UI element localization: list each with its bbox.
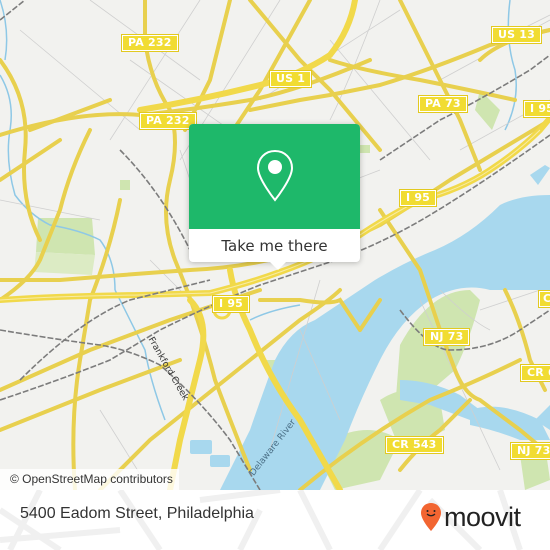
road-shield-pa232: PA 232	[121, 34, 179, 52]
road-shield-pa73: PA 73	[418, 95, 468, 113]
road-shield-pa232: PA 232	[139, 112, 197, 130]
road-shield-cr543: CR 543	[385, 436, 444, 454]
location-popup[interactable]: Take me there	[189, 124, 360, 270]
road-shield-nj73: NJ 73	[509, 442, 550, 460]
popup-tail	[269, 261, 287, 270]
road-shield-i95: I 95	[398, 189, 438, 207]
road-shield-cr6: CR 6	[520, 364, 550, 382]
road-shield-i95: I 95	[522, 100, 550, 118]
map-attribution[interactable]: © OpenStreetMap contributors	[0, 469, 179, 490]
map-pin-icon	[256, 149, 293, 202]
road-shield-nj73: NJ 73	[422, 328, 471, 346]
footer-bar: 5400 Eadom Street, Philadelphia moovit	[0, 490, 550, 550]
take-me-there-button[interactable]: Take me there	[189, 229, 360, 262]
moovit-wordmark: moovit	[444, 502, 521, 532]
address-text: 5400 Eadom Street, Philadelphia	[20, 505, 254, 522]
moovit-pin-icon	[421, 503, 441, 531]
popup-header	[189, 124, 360, 229]
moovit-logo[interactable]: moovit	[420, 502, 521, 532]
road-shield-us1: US 1	[268, 70, 313, 88]
road-shield-partial: C	[537, 290, 550, 308]
road-shield-us13: US 13	[491, 26, 542, 44]
map-view[interactable]: PA 232 PA 232 US 1 US 13 PA 73 I 95 I 95…	[0, 0, 550, 490]
road-shield-i95: I 95	[211, 295, 251, 313]
